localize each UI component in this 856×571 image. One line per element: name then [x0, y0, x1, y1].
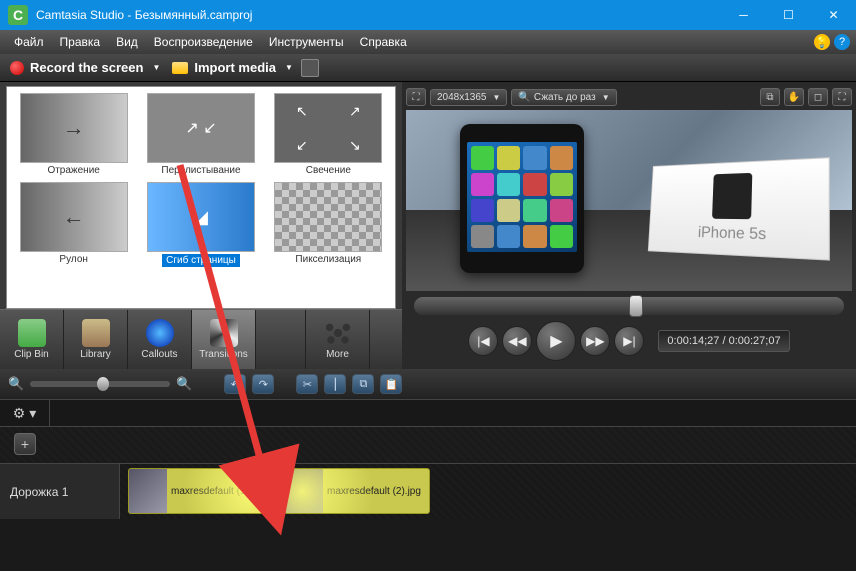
zoom-out-icon[interactable]: 🔍 [8, 376, 24, 392]
menu-view[interactable]: Вид [108, 33, 146, 51]
transition-item[interactable]: Пикселизация [268, 182, 389, 267]
help-icons: 💡 ? [814, 34, 850, 50]
tracks-area: + Дорожка 1 maxresdefault (1). maxresdef… [0, 427, 856, 519]
tab-divider [256, 310, 306, 369]
cut-button[interactable]: ✂ [296, 374, 318, 394]
transition-item[interactable]: → Отражение [13, 93, 134, 176]
transition-item[interactable]: ← Рулон [13, 182, 134, 267]
track-row: Дорожка 1 maxresdefault (1). maxresdefau… [0, 463, 856, 519]
folder-icon [172, 62, 188, 74]
minimize-button[interactable]: ─ [721, 0, 766, 30]
play-controls: |◀ ◀◀ ▶ ▶▶ ▶| 0:00:14;27 / 0:00:27;07 [406, 317, 852, 365]
add-track-button[interactable]: + [14, 433, 36, 455]
tab-transitions[interactable]: Transitions [192, 310, 256, 369]
preview-canvas[interactable]: iPhone 5s [406, 110, 852, 291]
menu-bar: Файл Правка Вид Воспроизведение Инструме… [0, 30, 856, 54]
time-display: 0:00:14;27 / 0:00:27;07 [658, 330, 789, 352]
track-lane[interactable]: maxresdefault (1). maxresdefault (2).jpg [120, 463, 856, 519]
preview-toolbar: ⛶ 2048x1365▼ 🔍 Сжать до раз▼ ⧉ ✋ ◻ ⛶ [406, 88, 852, 106]
tab-library[interactable]: Library [64, 310, 128, 369]
redo-button[interactable]: ↷ [252, 374, 274, 394]
maximize-button[interactable]: ☐ [766, 0, 811, 30]
transition-item[interactable]: ↗ ↙ Перелистывание [140, 93, 261, 176]
undo-button[interactable]: ↶ [224, 374, 246, 394]
category-tabs: Clip Bin Library Callouts Transitions Mo… [0, 309, 402, 369]
zoom-slider[interactable] [30, 381, 170, 387]
scrubber-handle[interactable] [629, 295, 643, 317]
preview-panel: ⛶ 2048x1365▼ 🔍 Сжать до раз▼ ⧉ ✋ ◻ ⛶ [402, 82, 856, 369]
timeline-settings-button[interactable]: ⚙ ▾ [0, 399, 50, 427]
help-icon[interactable]: ? [834, 34, 850, 50]
menu-help[interactable]: Справка [352, 33, 415, 51]
clip-thumbnail [129, 469, 167, 513]
preview-dimensions-button[interactable]: 2048x1365▼ [430, 89, 507, 106]
crop-icon[interactable]: ◻ [808, 88, 828, 106]
preview-shrink-button[interactable]: 🔍 Сжать до раз▼ [511, 89, 616, 106]
record-screen-button[interactable]: Record the screen▼ [6, 58, 164, 77]
produce-share-button[interactable] [301, 59, 319, 77]
timeline-toolbar: 🔍 🔍 ↶ ↷ ✂ ⎮ ⧉ 📋 [0, 369, 856, 399]
transitions-grid[interactable]: → Отражение ↗ ↙ Перелистывание ↖↗↙↘ Свеч… [6, 86, 396, 309]
menu-edit[interactable]: Правка [52, 33, 109, 51]
paste-button[interactable]: 📋 [380, 374, 402, 394]
import-media-button[interactable]: Import media▼ [172, 60, 293, 75]
timeline-ruler[interactable]: ⚙ ▾ 0:00:00;000:00:05;000:00:10;000:00:1… [0, 399, 856, 427]
editing-dimensions-icon[interactable]: ⛶ [406, 88, 426, 106]
track-header[interactable]: Дорожка 1 [0, 463, 120, 519]
close-button[interactable]: ✕ [811, 0, 856, 30]
zoom-in-icon[interactable]: 🔍 [176, 376, 192, 392]
prev-clip-button[interactable]: |◀ [468, 326, 498, 356]
clip-thumbnail [285, 469, 323, 513]
tab-more[interactable]: More [306, 310, 370, 369]
pan-icon[interactable]: ✋ [784, 88, 804, 106]
split-button[interactable]: ⎮ [324, 374, 346, 394]
timeline: 🔍 🔍 ↶ ↷ ✂ ⎮ ⧉ 📋 ⚙ ▾ 0:00:00;000:00:05;00… [0, 369, 856, 519]
preview-scrubber[interactable] [414, 297, 844, 315]
transition-item[interactable]: ↖↗↙↘ Свечение [268, 93, 389, 176]
tab-clip-bin[interactable]: Clip Bin [0, 310, 64, 369]
transition-marker[interactable] [268, 474, 286, 508]
tab-callouts[interactable]: Callouts [128, 310, 192, 369]
window-title: Camtasia Studio - Безымянный.camproj [36, 8, 721, 22]
iphone-box-graphic: iPhone 5s [648, 157, 830, 261]
menu-tools[interactable]: Инструменты [261, 33, 352, 51]
menu-file[interactable]: Файл [6, 33, 52, 51]
next-clip-button[interactable]: ▶| [614, 326, 644, 356]
zoom-handle[interactable] [97, 377, 109, 391]
phone-graphic [460, 124, 585, 272]
timeline-clip[interactable]: maxresdefault (1). [128, 468, 270, 514]
transition-item-selected[interactable]: ◢ Сгиб страницы [140, 182, 261, 267]
window-titlebar: C Camtasia Studio - Безымянный.camproj ─… [0, 0, 856, 30]
main-toolbar: Record the screen▼ Import media▼ [0, 54, 856, 82]
bulb-icon[interactable]: 💡 [814, 34, 830, 50]
step-back-button[interactable]: ◀◀ [502, 326, 532, 356]
step-forward-button[interactable]: ▶▶ [580, 326, 610, 356]
play-button[interactable]: ▶ [536, 321, 576, 361]
fullscreen-icon[interactable]: ⛶ [832, 88, 852, 106]
menu-play[interactable]: Воспроизведение [146, 33, 261, 51]
media-panel: → Отражение ↗ ↙ Перелистывание ↖↗↙↘ Свеч… [0, 82, 402, 369]
copy-button[interactable]: ⧉ [352, 374, 374, 394]
timeline-clip[interactable]: maxresdefault (2).jpg [284, 468, 430, 514]
app-logo-icon: C [8, 5, 28, 25]
record-icon [10, 61, 24, 75]
detach-preview-icon[interactable]: ⧉ [760, 88, 780, 106]
